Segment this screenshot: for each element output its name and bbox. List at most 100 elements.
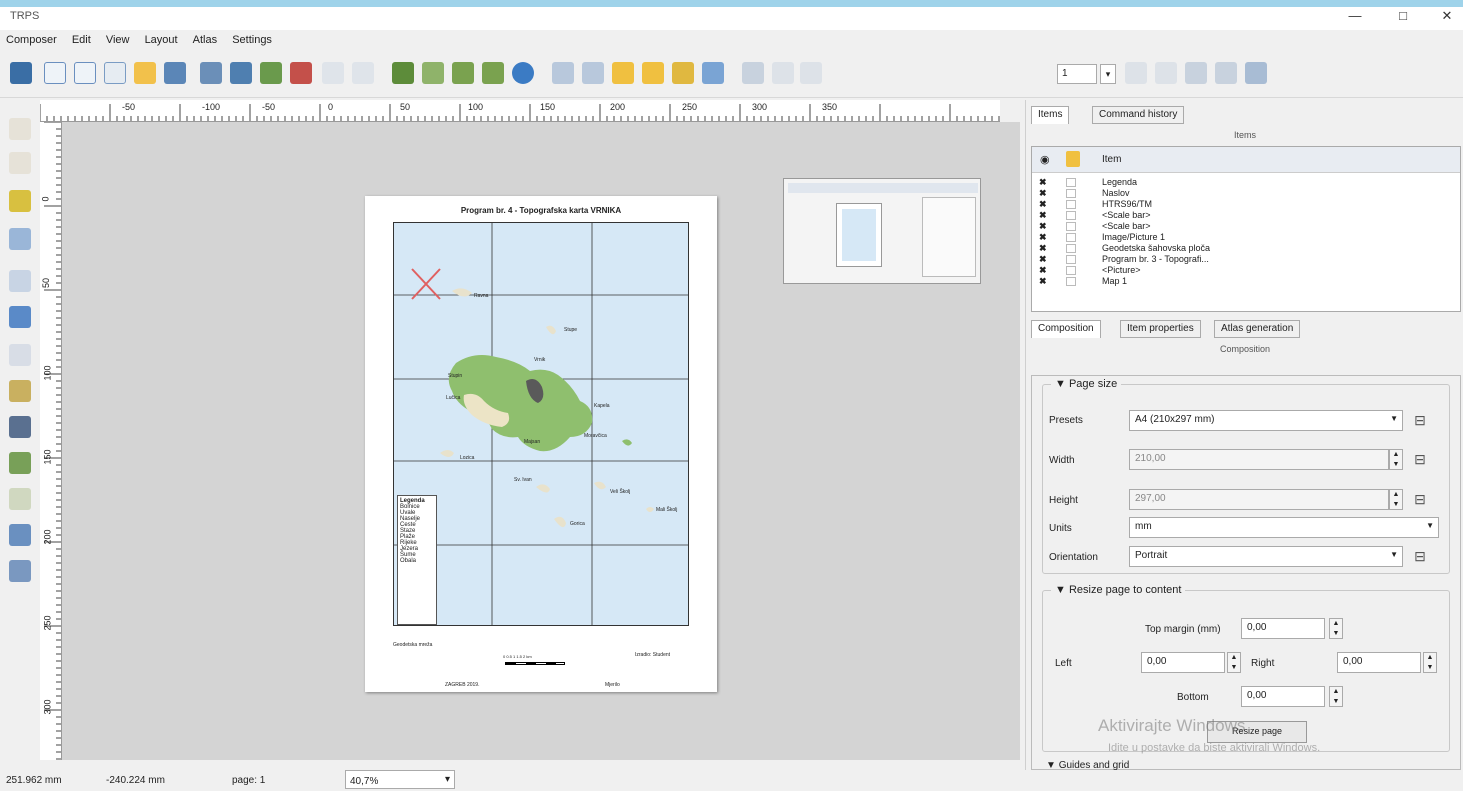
print-icon[interactable]: [200, 62, 222, 84]
maximize-button[interactable]: □: [1388, 8, 1418, 26]
zoom-out-icon[interactable]: [482, 62, 504, 84]
menu-edit[interactable]: Edit: [66, 30, 97, 46]
menu-layout[interactable]: Layout: [139, 30, 184, 46]
visible-check-icon[interactable]: ✖: [1039, 199, 1047, 210]
minimize-button[interactable]: —: [1340, 8, 1370, 26]
menu-composer[interactable]: Composer: [0, 30, 63, 46]
right-margin-input[interactable]: 0,00: [1337, 652, 1421, 673]
data-defined-icon[interactable]: ⊟: [1411, 412, 1429, 428]
zoom-full-icon[interactable]: [392, 62, 414, 84]
orientation-dropdown[interactable]: Portrait ▼: [1129, 546, 1403, 567]
item-row[interactable]: ✖ HTRS96/TM: [1032, 199, 1460, 210]
item-row[interactable]: ✖ Legenda: [1032, 177, 1460, 188]
menu-settings[interactable]: Settings: [226, 30, 278, 46]
presets-dropdown[interactable]: A4 (210x297 mm) ▼: [1129, 410, 1403, 431]
select-move-icon[interactable]: [9, 190, 31, 212]
composer-manager-icon[interactable]: [104, 62, 126, 84]
items-list[interactable]: ◉ Item ✖ Legenda ✖ Naslov ✖ HTRS96/TM ✖ <Sca…: [1031, 146, 1461, 312]
menu-view[interactable]: View: [100, 30, 136, 46]
lock-checkbox[interactable]: [1066, 266, 1076, 275]
visible-check-icon[interactable]: ✖: [1039, 221, 1047, 232]
item-row[interactable]: ✖ Naslov: [1032, 188, 1460, 199]
add-html-icon[interactable]: [9, 560, 31, 582]
width-spinner[interactable]: ▲ ▼: [1389, 449, 1403, 470]
zoom-combo[interactable]: 40,7% ▾: [345, 770, 455, 789]
lock-checkbox[interactable]: [1066, 222, 1076, 231]
save-template-icon[interactable]: [164, 62, 186, 84]
item-row[interactable]: ✖ Map 1: [1032, 276, 1460, 287]
bottom-margin-spinner[interactable]: ▲ ▼: [1329, 686, 1343, 707]
add-table-icon[interactable]: [9, 524, 31, 546]
add-arrow-icon[interactable]: [9, 488, 31, 510]
add-label-icon[interactable]: [9, 344, 31, 366]
lock-checkbox[interactable]: [1066, 255, 1076, 264]
data-defined-icon[interactable]: ⊟: [1411, 491, 1429, 507]
height-input[interactable]: 297,00: [1129, 489, 1389, 510]
zoom-tool-icon[interactable]: [9, 152, 31, 174]
bottom-margin-input[interactable]: 0,00: [1241, 686, 1325, 707]
picture-item[interactable]: [783, 178, 981, 284]
item-row[interactable]: ✖ Geodetska šahovska ploča: [1032, 243, 1460, 254]
left-margin-input[interactable]: 0,00: [1141, 652, 1225, 673]
group-icon[interactable]: [552, 62, 574, 84]
atlas-page-dropdown[interactable]: ▾: [1100, 64, 1116, 84]
tab-command-history[interactable]: Command history: [1092, 106, 1185, 124]
add-scalebar-icon[interactable]: [9, 416, 31, 438]
visible-check-icon[interactable]: ✖: [1039, 188, 1047, 199]
tab-atlas-generation[interactable]: Atlas generation: [1214, 320, 1301, 338]
item-row[interactable]: ✖ Program br. 3 - Topografi...: [1032, 254, 1460, 265]
atlas-page-input[interactable]: 1: [1057, 64, 1097, 84]
data-defined-icon[interactable]: ⊟: [1411, 548, 1429, 564]
map-item[interactable]: Ravna Stupe Vrnik Kapela Lučica Stupin M…: [393, 222, 689, 626]
lock-icon[interactable]: [612, 62, 634, 84]
add-legend-icon[interactable]: [9, 380, 31, 402]
atlas-preview-icon[interactable]: [742, 62, 764, 84]
item-row[interactable]: ✖ Image/Picture 1: [1032, 232, 1460, 243]
left-margin-spinner[interactable]: ▲ ▼: [1227, 652, 1241, 673]
move-content-icon[interactable]: [9, 228, 31, 250]
lock-checkbox[interactable]: [1066, 178, 1076, 187]
zoom-100-icon[interactable]: [422, 62, 444, 84]
visible-check-icon[interactable]: ✖: [1039, 265, 1047, 276]
lock-checkbox[interactable]: [1066, 200, 1076, 209]
add-shape-icon[interactable]: [9, 452, 31, 474]
resize-page-title[interactable]: ▼ Resize page to content: [1051, 584, 1186, 596]
page-size-title[interactable]: ▼ Page size: [1051, 378, 1122, 390]
next-feature-icon[interactable]: [1125, 62, 1147, 84]
zoom-in-icon[interactable]: [452, 62, 474, 84]
top-margin-spinner[interactable]: ▲ ▼: [1329, 618, 1343, 639]
export-pdf-icon[interactable]: [290, 62, 312, 84]
data-defined-icon[interactable]: ⊟: [1411, 451, 1429, 467]
tab-item-properties[interactable]: Item properties: [1120, 320, 1201, 338]
atlas-settings-icon[interactable]: [1245, 62, 1267, 84]
lock-checkbox[interactable]: [1066, 244, 1076, 253]
first-feature-icon[interactable]: [772, 62, 794, 84]
paper-page[interactable]: Program br. 4 - Topografska karta VRNIKA…: [365, 196, 717, 692]
save-icon[interactable]: [10, 62, 32, 84]
height-spinner[interactable]: ▲ ▼: [1389, 489, 1403, 510]
item-row[interactable]: ✖ <Scale bar>: [1032, 210, 1460, 221]
export-image-icon[interactable]: [230, 62, 252, 84]
visible-check-icon[interactable]: ✖: [1039, 276, 1047, 287]
menu-atlas[interactable]: Atlas: [187, 30, 223, 46]
tab-composition[interactable]: Composition: [1031, 320, 1101, 338]
map-title[interactable]: Program br. 4 - Topografska karta VRNIKA: [365, 206, 717, 215]
align-items-icon[interactable]: [702, 62, 724, 84]
visible-check-icon[interactable]: ✖: [1039, 254, 1047, 265]
unlock-icon[interactable]: [642, 62, 664, 84]
duplicate-composer-icon[interactable]: [74, 62, 96, 84]
add-image-icon[interactable]: [9, 306, 31, 328]
visible-check-icon[interactable]: ✖: [1039, 177, 1047, 188]
legend-item[interactable]: Legenda Bolnice Uvale Naselje Ceste Staz…: [397, 495, 437, 625]
last-feature-icon[interactable]: [1155, 62, 1177, 84]
visible-check-icon[interactable]: ✖: [1039, 232, 1047, 243]
export-svg-icon[interactable]: [260, 62, 282, 84]
visible-check-icon[interactable]: ✖: [1039, 210, 1047, 221]
right-margin-spinner[interactable]: ▲ ▼: [1423, 652, 1437, 673]
scale-bar[interactable]: [505, 662, 565, 665]
refresh-icon[interactable]: [512, 62, 534, 84]
visible-check-icon[interactable]: ✖: [1039, 243, 1047, 254]
close-button[interactable]: ✕: [1432, 8, 1462, 26]
redo-icon[interactable]: [352, 62, 374, 84]
previous-feature-icon[interactable]: [800, 62, 822, 84]
